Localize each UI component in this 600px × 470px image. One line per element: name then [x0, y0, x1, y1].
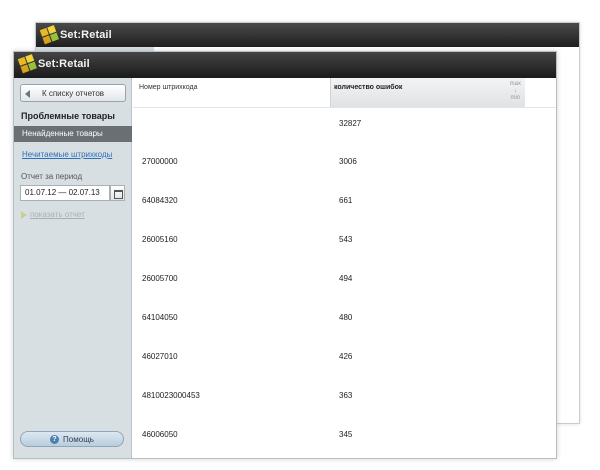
sidebar-item-not-found-goods[interactable]: Ненайденные товары	[14, 126, 132, 142]
table-row[interactable]: 32827	[133, 119, 556, 133]
table-row[interactable]: 46027010 426	[133, 352, 556, 366]
app-name: Set:Retail	[38, 58, 90, 70]
back-to-reports-label: К списку отчетов	[41, 88, 105, 98]
barcode-cell: 26005700	[142, 274, 178, 283]
help-button[interactable]: ? Помощь	[20, 431, 124, 447]
column-header-errors: количество ошибок	[334, 84, 403, 91]
sidebar-heading: Проблемные товары	[21, 111, 115, 121]
column-header-barcode[interactable]: Номер штрихкода	[139, 84, 197, 91]
header-divider	[133, 107, 556, 108]
table-row[interactable]: 27000000 3006	[133, 157, 556, 171]
back-to-reports-button[interactable]: К списку отчетов	[20, 84, 126, 102]
errors-cell: 494	[339, 274, 353, 283]
sort-toggle[interactable]: max ↓ min	[510, 81, 521, 102]
table-row[interactable]: 46006050 345	[133, 430, 556, 444]
barcode-cell: 27000000	[142, 157, 178, 166]
app-name: Set:Retail	[60, 29, 112, 41]
period-field[interactable]: 01.07.12 — 02.07.13	[20, 185, 110, 201]
errors-cell: 661	[339, 196, 353, 205]
report-window: Set:Retail К списку отчетов Проблемные т…	[13, 51, 557, 459]
barcode-cell: 46027010	[142, 352, 178, 361]
barcode-cell: 64084320	[142, 196, 178, 205]
sort-max-label: max	[509, 81, 521, 87]
set-retail-logo-icon	[39, 25, 61, 46]
errors-cell: 426	[339, 352, 353, 361]
logo: Set:Retail	[17, 54, 90, 75]
table-row[interactable]: 26005700 494	[133, 274, 556, 288]
sort-min-label: min	[510, 95, 521, 101]
errors-cell: 345	[339, 430, 353, 439]
errors-cell: 32827	[339, 119, 362, 128]
sidebar: К списку отчетов Проблемные товары Ненай…	[14, 78, 132, 458]
table-row[interactable]: 26005160 543	[133, 235, 556, 249]
sort-arrow-icon: ↓	[513, 88, 517, 94]
table-row[interactable]: 64084320 661	[133, 196, 556, 210]
report-table: Номер штрихкода количество ошибок max ↓ …	[133, 78, 556, 458]
sidebar-item-unreadable-barcodes[interactable]: Нечитаемые штрихкоды	[22, 150, 112, 159]
arrow-left-icon	[25, 90, 30, 98]
barcode-cell: 46006050	[142, 430, 178, 439]
show-report-label: показать отчет	[30, 210, 85, 219]
play-icon	[21, 210, 27, 219]
set-retail-logo-icon	[17, 54, 39, 75]
help-icon: ?	[50, 434, 60, 444]
titlebar: Set:Retail	[14, 52, 556, 78]
barcode-cell: 4810023000453	[142, 391, 200, 400]
background-titlebar: Set:Retail	[36, 23, 579, 47]
table-row[interactable]: 4810023000453 363	[133, 391, 556, 405]
table-row[interactable]: 64104050 480	[133, 313, 556, 327]
errors-cell: 543	[339, 235, 353, 244]
background-logo: Set:Retail	[39, 25, 112, 46]
help-label: Помощь	[63, 434, 94, 444]
barcode-cell: 26005160	[142, 235, 178, 244]
period-label: Отчет за период	[21, 172, 83, 181]
show-report-button[interactable]: показать отчет	[21, 210, 85, 219]
errors-cell: 3006	[339, 157, 357, 166]
barcode-cell: 64104050	[142, 313, 178, 322]
column-header-errors-cell[interactable]: количество ошибок max ↓ min	[330, 78, 525, 108]
errors-cell: 363	[339, 391, 353, 400]
calendar-icon[interactable]	[110, 185, 125, 201]
table-header: Номер штрихкода количество ошибок max ↓ …	[133, 78, 556, 108]
errors-cell: 480	[339, 313, 353, 322]
